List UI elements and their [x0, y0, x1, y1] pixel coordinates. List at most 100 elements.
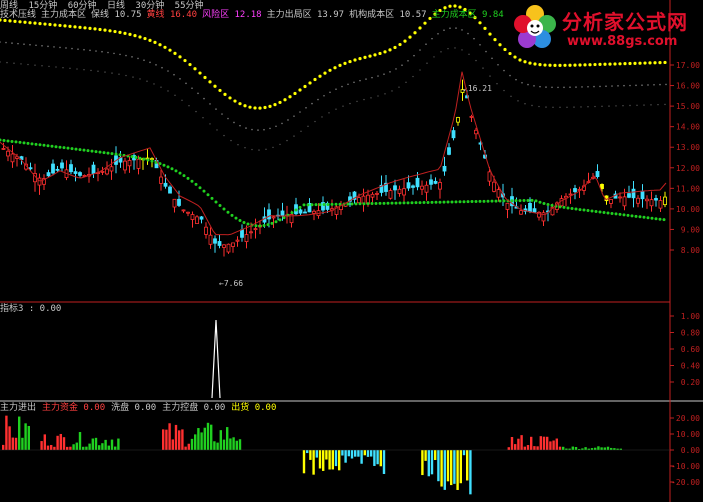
support-dot [282, 216, 286, 220]
support-dot [34, 142, 38, 146]
volume-bar [562, 446, 565, 450]
support-dot [150, 159, 154, 163]
upper-band-dot [608, 62, 612, 66]
grey-band-dot [34, 64, 36, 66]
volume-bar [606, 446, 610, 450]
support-dot [410, 201, 414, 205]
support-dot [226, 210, 230, 214]
volume-bar [27, 425, 30, 450]
candle-body [240, 229, 244, 238]
axis-ticks: 17.00 16.00 15.00 14.00 13.00 12.00 11.00 10.00… [670, 61, 700, 487]
upper-band-dot [418, 26, 422, 30]
upper-band-dot [363, 55, 367, 59]
grey-band-dot [237, 143, 239, 146]
candle-body [654, 198, 658, 201]
upper-band-dot [558, 63, 562, 67]
upper-band-dot [628, 61, 632, 66]
indicator-item: 主力出局区 13.97 [266, 10, 345, 20]
volume-bar [197, 428, 200, 450]
grey-band-dot [203, 97, 205, 100]
candle-body [528, 202, 532, 213]
price-tick-label: 11.00 [676, 184, 700, 193]
grey-band-dot [209, 103, 211, 105]
support-dot [478, 199, 482, 203]
volume-bar [18, 416, 21, 450]
volume-bar [8, 426, 11, 450]
volume-bar [168, 423, 171, 450]
support-dot [174, 169, 178, 173]
grey-band-dot [545, 106, 547, 108]
grey-band-dot [125, 54, 127, 57]
grey-band-dot [111, 72, 113, 74]
support-dot [578, 208, 582, 212]
volume-bar [104, 439, 107, 450]
support-dot [570, 207, 574, 211]
support-dot [82, 148, 86, 152]
indicator-item: 风险区 12.18 [202, 10, 262, 20]
candle-body [6, 150, 10, 157]
upper-band-dot [448, 4, 452, 8]
indicator-item: 主力成本区 [41, 10, 87, 20]
grey-band-dot [573, 106, 575, 108]
upper-band-dot [603, 62, 607, 66]
upper-band-dot [88, 26, 92, 30]
support-dot [630, 214, 634, 218]
grey-band-dot [153, 83, 155, 85]
candle-body [190, 214, 195, 220]
support-dot [30, 142, 34, 146]
upper-band-dot [523, 60, 527, 64]
support-dot [402, 201, 406, 205]
support-dot [302, 203, 306, 207]
volume-bar [549, 441, 552, 450]
price-tick-label: 9.00 [681, 225, 700, 234]
support-dot [642, 215, 646, 219]
grey-band-dot [510, 95, 512, 98]
upper-band-dot [178, 55, 182, 59]
grey-band-dot [245, 127, 247, 129]
support-dot [50, 144, 54, 148]
grey-band-dot [307, 125, 309, 128]
volume-histogram [0, 415, 670, 495]
grey-band-dot [265, 148, 267, 151]
candle-body [222, 244, 226, 248]
volume-bar [91, 438, 94, 450]
stock-chart[interactable]: ↙16.21 ←7.66 17.00 16.00 15.00 14.00 13.00 12.… [0, 0, 703, 502]
support-dot [662, 218, 666, 222]
grey-band-dot [433, 56, 435, 58]
support-dot [658, 217, 662, 221]
upper-band-dot [213, 84, 217, 88]
support-dot [194, 182, 198, 186]
support-dot [430, 200, 434, 204]
support-dot [558, 205, 562, 209]
grey-band-dot [407, 59, 409, 62]
support-dot [246, 222, 250, 226]
grey-band-dot [398, 86, 400, 88]
support-dot [2, 138, 6, 142]
grey-band-dot [629, 84, 631, 87]
support-dot [78, 148, 82, 152]
candle-body [595, 171, 600, 178]
support-dot [146, 158, 150, 162]
logo-url: www.88gs.com [567, 34, 678, 49]
upper-band-dot [188, 62, 192, 67]
volume-bar [21, 437, 24, 450]
grey-band-dot [113, 52, 115, 55]
grey-band-dot [517, 100, 519, 102]
grey-band-dot [664, 103, 666, 106]
volume-bar [222, 439, 226, 450]
osc-tick-label: 0.40 [681, 362, 700, 371]
candle-body [60, 162, 64, 169]
candle-body [645, 198, 649, 202]
upper-band-dot [423, 21, 427, 25]
upper-band-dot [293, 91, 297, 96]
upper-band-dot [648, 61, 652, 65]
support-dot [454, 200, 458, 204]
upper-band-dot [103, 28, 107, 32]
upper-band-dot [78, 25, 82, 29]
upper-band-dot [408, 35, 412, 39]
volume-bar [114, 446, 117, 450]
volume-bar [427, 450, 430, 477]
volume-bar [430, 450, 434, 475]
osc-tick-label: 1.00 [681, 312, 700, 321]
volume-bar [523, 446, 526, 450]
